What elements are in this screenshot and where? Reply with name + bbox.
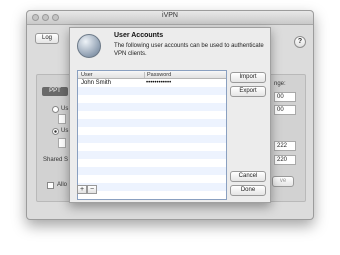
table-row-empty [78,127,226,135]
remove-user-button[interactable]: − [87,185,97,194]
window-title: iVPN [162,12,178,19]
range-start-field[interactable]: 00 [274,92,296,102]
table-header: User Password [78,71,226,79]
radio-option-2-label: Us [61,128,69,134]
table-row-empty [78,95,226,103]
network-globe-icon [77,34,101,58]
range-end-field[interactable]: 00 [274,105,296,115]
user-cell: John Smith [81,80,112,86]
user-accounts-sheet: User Accounts The following user account… [69,27,271,203]
table-row-empty [78,183,226,191]
log-button[interactable]: Log [35,33,59,44]
shared-secret-label: Shared S [43,157,69,163]
table-row-empty [78,103,226,111]
radio-option-1[interactable] [52,106,59,113]
add-user-button[interactable]: + [77,185,87,194]
export-button[interactable]: Export [230,86,266,97]
allow-checkbox[interactable] [47,182,54,189]
user-accounts-table[interactable]: User Password John Smith •••••••••••• [77,70,227,200]
ip-field-2[interactable]: 220 [274,155,296,165]
table-row-empty [78,191,226,199]
help-button[interactable]: ? [294,36,306,48]
radio-option-2[interactable] [52,128,59,135]
column-header-user[interactable]: User [81,72,93,78]
table-row-empty [78,87,226,95]
table-row-empty [78,135,226,143]
table-row-empty [78,111,226,119]
tab-pptp[interactable]: PPT [42,87,68,96]
bg-field-small-2[interactable] [58,138,66,148]
password-cell: •••••••••••• [146,80,172,86]
bg-field-small[interactable] [58,114,66,124]
done-button[interactable]: Done [230,185,266,196]
allow-label: Allo [57,182,68,188]
table-row-empty [78,151,226,159]
import-button[interactable]: Import [230,72,266,83]
table-row[interactable]: John Smith •••••••••••• [78,79,226,87]
table-row-empty [78,175,226,183]
ip-field-1[interactable]: 222 [274,141,296,151]
range-label: nge: [274,81,286,87]
table-row-empty [78,143,226,151]
radio-option-1-label: Us [61,106,69,112]
table-row-empty [78,119,226,127]
save-button[interactable]: ve [272,176,294,187]
sheet-title: User Accounts [114,32,164,39]
title-bar: iVPN [27,11,313,25]
column-header-password[interactable]: Password [144,72,171,78]
cancel-button[interactable]: Cancel [230,171,266,182]
table-row-empty [78,167,226,175]
table-row-empty [78,159,226,167]
sheet-description: The following user accounts can be used … [114,43,264,57]
